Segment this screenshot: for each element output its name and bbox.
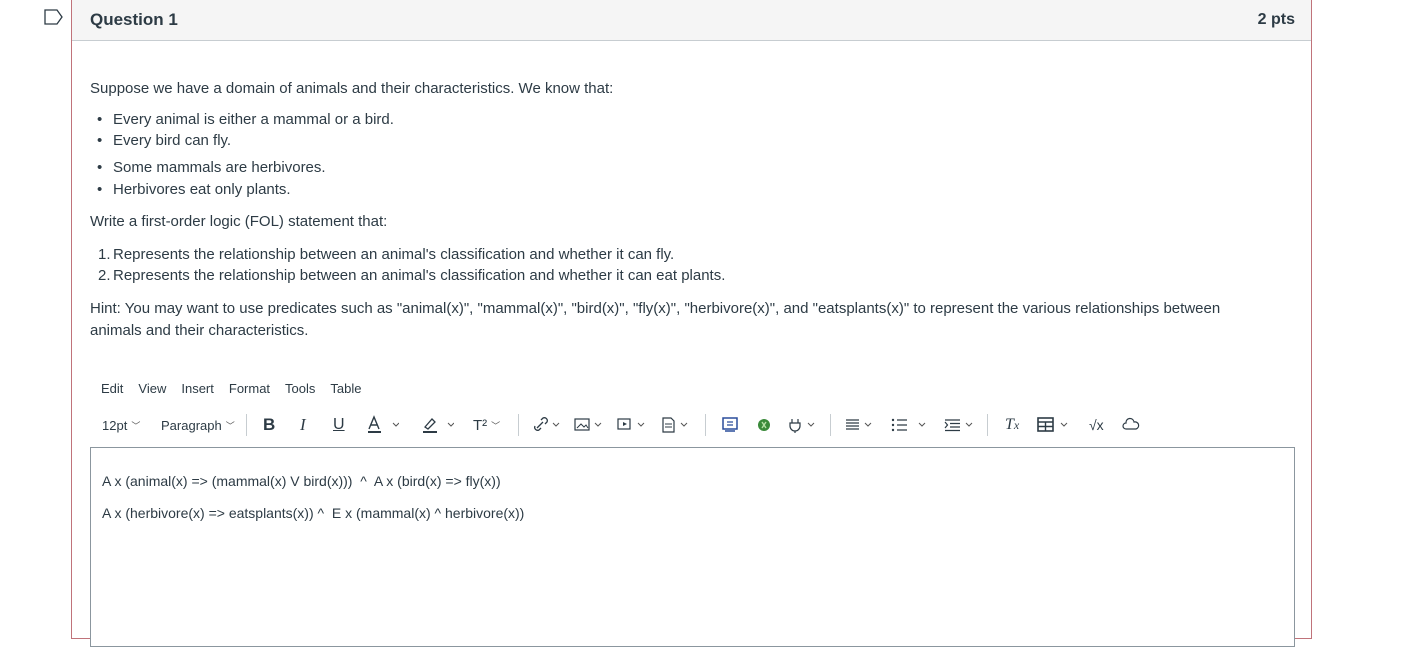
menu-tools[interactable]: Tools [285,381,315,396]
equation-icon[interactable]: √x [1089,410,1104,440]
media-icon[interactable] [617,410,649,440]
question-title: Question 1 [90,10,178,29]
highlight-color-icon[interactable] [422,410,454,440]
apps-icon[interactable] [756,410,772,440]
answer-line: A x (animal(x) => (mammal(x) V bird(x)))… [102,473,501,489]
cloud-icon[interactable] [1122,410,1140,440]
link-icon[interactable] [531,410,563,440]
fact-item: Herbivores eat only plants. [97,179,291,201]
image-icon[interactable] [574,410,606,440]
block-format-dropdown[interactable]: Paragraph ﹀ [161,410,235,440]
superscript-icon[interactable]: T² ﹀ [473,410,500,440]
menu-view[interactable]: View [138,381,166,396]
answer-line: A x (herbivore(x) => eatsplants(x)) ^ E … [102,505,525,521]
answer-editor[interactable]: A x (animal(x) => (mammal(x) V bird(x)))… [90,447,1295,647]
indent-icon[interactable] [944,410,984,440]
fact-item: Every bird can fly. [97,130,231,152]
menu-insert[interactable]: Insert [181,381,214,396]
question-intro: Suppose we have a domain of animals and … [90,80,614,97]
embed-icon[interactable] [722,410,738,440]
plugin-icon[interactable] [788,410,820,440]
requirement-item: 2. Represents the relationship between an… [98,267,726,284]
question-hint: Hint: You may want to use predicates suc… [90,300,1221,339]
fact-item: Some mammals are herbivores. [97,157,326,179]
italic-icon[interactable]: I [300,410,306,440]
align-icon[interactable] [845,410,877,440]
question-header: Question 1 2 pts [72,0,1311,41]
text-color-icon[interactable] [367,410,399,440]
underline-icon[interactable]: U [333,410,345,440]
editor-toolbar: 12pt ﹀ Paragraph ﹀ B I U T² ﹀ Tx √x [90,410,1296,440]
clear-formatting-icon[interactable]: Tx [1005,410,1019,440]
question-task: Write a first-order logic (FOL) statemen… [90,213,388,230]
bullet-list-icon[interactable] [891,410,931,440]
fact-item: Every animal is either a mammal or a bir… [97,109,394,131]
editor-menubar: Edit View Insert Format Tools Table [101,381,376,396]
menu-table[interactable]: Table [330,381,361,396]
bold-icon[interactable]: B [263,410,275,440]
menu-format[interactable]: Format [229,381,270,396]
font-size-dropdown[interactable]: 12pt ﹀ [102,410,140,440]
question-points: 2 pts [1257,11,1295,28]
menu-edit[interactable]: Edit [101,381,123,396]
document-icon[interactable] [661,410,693,440]
flag-question-icon[interactable] [44,9,64,25]
table-icon[interactable] [1037,410,1071,440]
requirement-item: 1. Represents the relationship between an… [98,246,675,263]
